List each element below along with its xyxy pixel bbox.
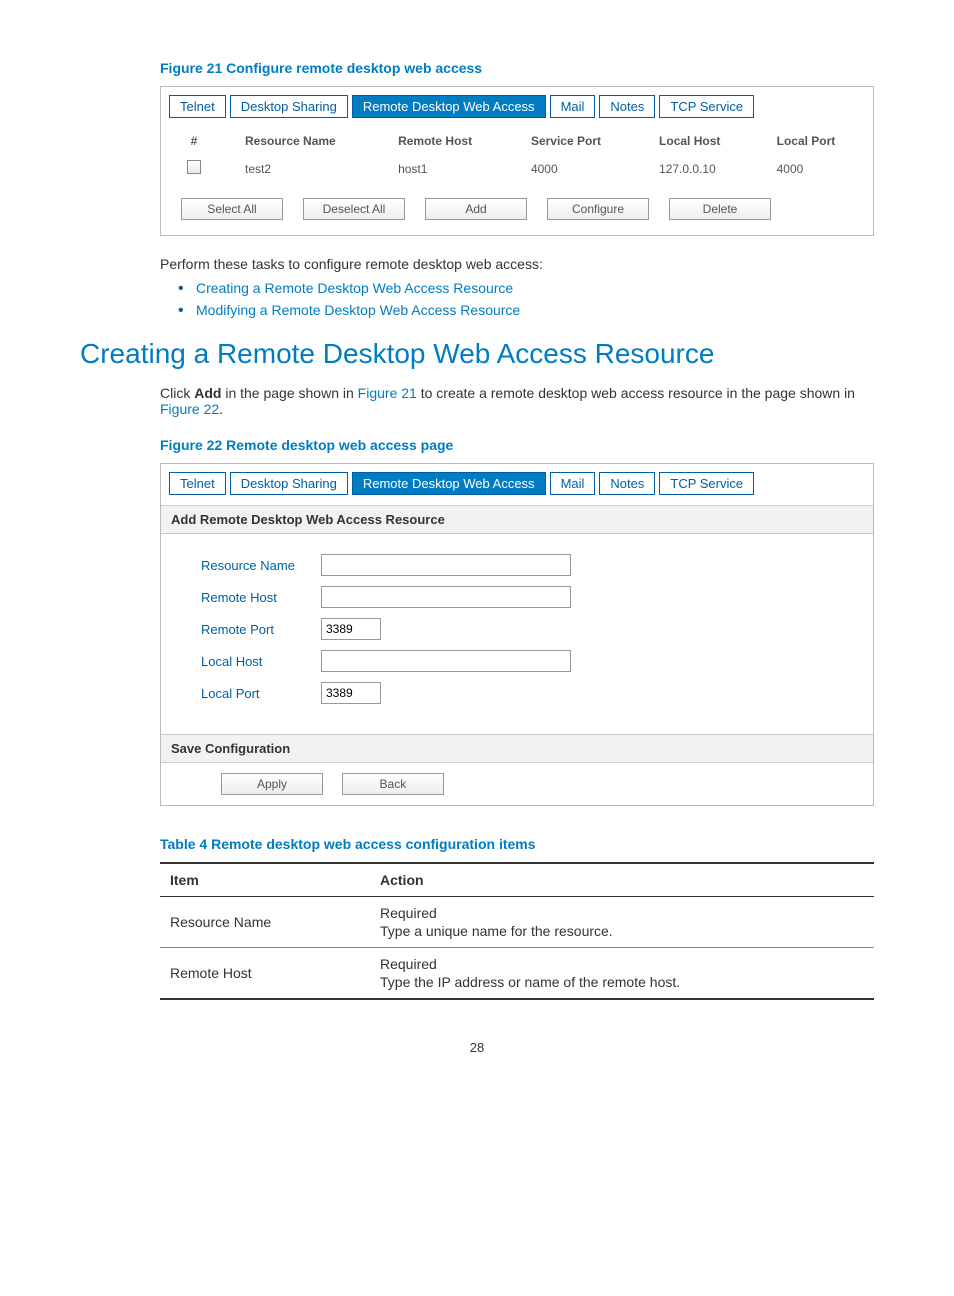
tab2-mail[interactable]: Mail: [550, 472, 596, 495]
save-bar: Apply Back: [161, 763, 873, 805]
resource-table: # Resource Name Remote Host Service Port…: [161, 128, 873, 183]
tab-tcp-service[interactable]: TCP Service: [659, 95, 754, 118]
input-remote-host[interactable]: [321, 586, 571, 608]
configure-button[interactable]: Configure: [547, 198, 649, 220]
col-local-host: Local Host: [641, 128, 759, 154]
tab2-tcp-service[interactable]: TCP Service: [659, 472, 754, 495]
link-modify-resource[interactable]: Modifying a Remote Desktop Web Access Re…: [196, 302, 520, 318]
cell-local-port: 4000: [759, 154, 873, 183]
th-item: Item: [160, 863, 370, 897]
add-resource-header: Add Remote Desktop Web Access Resource: [161, 505, 873, 534]
figure-21-screenshot: Telnet Desktop Sharing Remote Desktop We…: [160, 86, 874, 236]
cell-service-port: 4000: [513, 154, 641, 183]
tab-bar-2: Telnet Desktop Sharing Remote Desktop We…: [161, 464, 873, 495]
figure-22-screenshot: Telnet Desktop Sharing Remote Desktop We…: [160, 463, 874, 806]
page-number: 28: [80, 1040, 874, 1055]
input-local-host[interactable]: [321, 650, 571, 672]
cfg-item: Remote Host: [160, 948, 370, 1000]
th-action: Action: [370, 863, 874, 897]
delete-button[interactable]: Delete: [669, 198, 771, 220]
cfg-item: Resource Name: [160, 897, 370, 948]
cell-local-host: 127.0.0.10: [641, 154, 759, 183]
tab-telnet[interactable]: Telnet: [169, 95, 226, 118]
apply-button[interactable]: Apply: [221, 773, 323, 795]
tab-remote-desktop-web-access[interactable]: Remote Desktop Web Access: [352, 95, 546, 118]
save-config-header: Save Configuration: [161, 734, 873, 763]
table-4-caption: Table 4 Remote desktop web access config…: [160, 836, 874, 852]
config-row: Remote Host Required Type the IP address…: [160, 948, 874, 1000]
table-row: test2 host1 4000 127.0.0.10 4000: [161, 154, 873, 183]
col-hash: #: [161, 128, 227, 154]
creation-paragraph: Click Add in the page shown in Figure 21…: [160, 385, 874, 417]
figure-22-caption: Figure 22 Remote desktop web access page: [160, 437, 874, 453]
tab-desktop-sharing[interactable]: Desktop Sharing: [230, 95, 348, 118]
tab2-notes[interactable]: Notes: [599, 472, 655, 495]
action-bar: Select All Deselect All Add Configure De…: [161, 183, 873, 235]
link-figure-21[interactable]: Figure 21: [358, 385, 417, 401]
section-heading: Creating a Remote Desktop Web Access Res…: [80, 338, 874, 370]
cell-resource-name: test2: [227, 154, 380, 183]
tab-mail[interactable]: Mail: [550, 95, 596, 118]
label-remote-host: Remote Host: [201, 590, 321, 605]
config-items-table: Item Action Resource Name Required Type …: [160, 862, 874, 1000]
add-button[interactable]: Add: [425, 198, 527, 220]
tab-notes[interactable]: Notes: [599, 95, 655, 118]
cfg-action: Required Type a unique name for the reso…: [370, 897, 874, 948]
col-local-port: Local Port: [759, 128, 873, 154]
input-local-port[interactable]: [321, 682, 381, 704]
input-resource-name[interactable]: [321, 554, 571, 576]
cfg-action: Required Type the IP address or name of …: [370, 948, 874, 1000]
form-add-resource: Resource Name Remote Host Remote Port Lo…: [161, 534, 873, 724]
tab2-telnet[interactable]: Telnet: [169, 472, 226, 495]
label-local-host: Local Host: [201, 654, 321, 669]
task-list: Creating a Remote Desktop Web Access Res…: [178, 280, 874, 318]
tab2-desktop-sharing[interactable]: Desktop Sharing: [230, 472, 348, 495]
link-figure-22[interactable]: Figure 22: [160, 401, 219, 417]
col-remote-host: Remote Host: [380, 128, 513, 154]
back-button[interactable]: Back: [342, 773, 444, 795]
tab-bar: Telnet Desktop Sharing Remote Desktop We…: [161, 87, 873, 118]
config-row: Resource Name Required Type a unique nam…: [160, 897, 874, 948]
label-resource-name: Resource Name: [201, 558, 321, 573]
input-remote-port[interactable]: [321, 618, 381, 640]
intro-text: Perform these tasks to configure remote …: [160, 256, 874, 272]
row-checkbox[interactable]: [187, 160, 201, 174]
select-all-button[interactable]: Select All: [181, 198, 283, 220]
label-local-port: Local Port: [201, 686, 321, 701]
figure-21-caption: Figure 21 Configure remote desktop web a…: [160, 60, 874, 76]
col-resource-name: Resource Name: [227, 128, 380, 154]
label-remote-port: Remote Port: [201, 622, 321, 637]
deselect-all-button[interactable]: Deselect All: [303, 198, 405, 220]
link-create-resource[interactable]: Creating a Remote Desktop Web Access Res…: [196, 280, 513, 296]
cell-remote-host: host1: [380, 154, 513, 183]
tab2-remote-desktop-web-access[interactable]: Remote Desktop Web Access: [352, 472, 546, 495]
col-service-port: Service Port: [513, 128, 641, 154]
